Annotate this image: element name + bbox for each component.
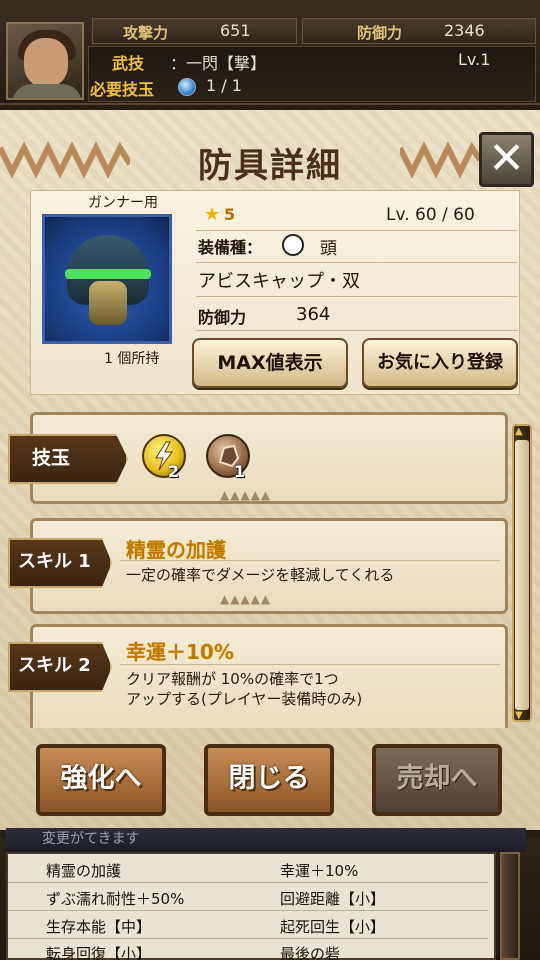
divider [196,230,518,231]
armor-level: Lv. 60 / 60 [386,205,475,225]
enhance-button[interactable]: 強化へ [36,744,166,816]
scrollbar-thumb[interactable] [515,440,529,710]
divider [196,296,518,297]
hunter-avatar [6,22,84,100]
list-item: ずぶ濡れ耐性＋50% [46,890,185,908]
list-item: 精霊の加護 [46,862,122,880]
list-item: 転身回復【小】 [46,945,152,960]
add-favorite-button[interactable]: お気に入り登録 [362,338,518,388]
skill-2-description-line1: クリア報酬が 10%の確率で1つ [126,670,339,688]
skill-scroll-panel[interactable]: 技玉 2 1 ▲▲▲▲▲ スキル 1 精霊の加護 一定の確率でダメージを軽減して… [8,408,508,728]
defense-value: 364 [296,304,331,325]
list-header: 変更がてきます [6,828,526,852]
gem-tab: 技玉 [8,434,128,484]
defense-label: 防御力 [198,308,247,327]
skill-1-name: 精霊の加護 [126,538,226,562]
scroll-down-icon[interactable]: ▼ [515,710,523,721]
defense-value: 2346 [444,21,485,40]
separator-dots: ▲▲▲▲▲ [220,488,272,502]
dialog-title: 防具詳細 [198,146,342,186]
zigzag-ornament-right [400,141,480,179]
art-level: Lv.1 [458,50,491,69]
gem-orb-icon [178,78,196,96]
gem-count: 2 [168,462,180,481]
required-gem-value: 1 / 1 [206,76,242,95]
rarity-value: 5 [224,205,236,224]
zigzag-ornament-left [0,141,130,179]
skill-1-description: 一定の確率でダメージを軽減してくれる [126,566,395,584]
skill-2-name: 幸運＋10% [126,640,234,664]
head-slot-icon [282,234,304,256]
rarity-star-icon: ★ [204,204,221,225]
sell-button[interactable]: 売却へ [372,744,502,816]
list-item: 最後の砦 [280,945,341,960]
art-value: ：一閃【撃】 [170,54,267,73]
skill-2-description-line2: アップする(プレイヤー装備時のみ) [126,690,363,708]
divider [196,330,518,331]
close-icon[interactable]: ✕ [479,132,534,187]
slot-type-value: 頭 [320,239,337,259]
scroll-up-icon[interactable]: ▲ [515,426,523,437]
defense-label: 防御力 [357,24,403,42]
list-item: 生存本能【中】 [46,918,152,936]
owned-count: 1 個所持 [104,351,160,367]
list-item: 回避距離【小】 [280,890,386,908]
list-scrollbar[interactable] [500,852,520,960]
list-item: 起死回生【小】 [280,918,386,936]
gem-count: 1 [234,462,246,481]
divider [196,262,518,263]
lightning-gem-icon [142,434,186,478]
art-label: 武技 [112,54,145,73]
attack-value: 651 [220,21,251,40]
skill-2-tab: スキル 2 [8,642,112,692]
gunner-label: ガンナー用 [88,195,158,211]
armor-name: アビスキャップ・双 [198,271,360,292]
list-item: 幸運＋10% [280,862,359,880]
required-gem-label: 必要技玉 [90,80,155,99]
slot-type-label: 装備種： [198,238,263,257]
armor-helmet-icon [42,214,172,344]
separator-dots: ▲▲▲▲▲ [220,592,272,606]
close-button[interactable]: 閉じる [204,744,334,816]
max-value-button[interactable]: MAX値表示 [192,338,348,388]
skill-1-tab: スキル 1 [8,538,112,588]
attack-label: 攻撃力 [123,24,169,42]
defense-stat-box [302,18,536,44]
